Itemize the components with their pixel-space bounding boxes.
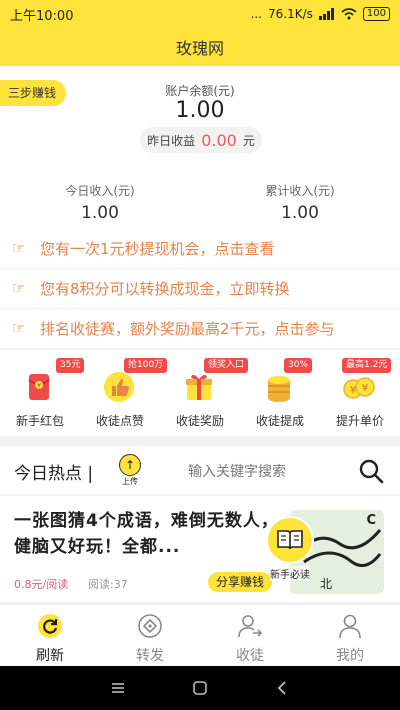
action-raise-price[interactable]: 最高1.2元 ¥ ¥ 提升单价 (320, 350, 400, 436)
status-indicators: ... 76.1K/s 100 (251, 7, 390, 21)
back-icon[interactable] (272, 678, 292, 698)
action-label: 新手红包 (15, 414, 64, 428)
action-commission[interactable]: 30% 收徒提成 (240, 350, 320, 436)
action-label: 收徒点赞 (95, 414, 144, 428)
svg-text:¥: ¥ (362, 383, 368, 394)
status-time: 上午10:00 (10, 8, 74, 24)
search-icon[interactable] (358, 458, 384, 484)
page-title: 玫瑰网 (175, 39, 224, 58)
notice-text: 您有一次1元秒提现机会，点击查看 (40, 239, 275, 258)
coin-stack-icon (268, 376, 290, 402)
system-nav-bar (0, 666, 400, 710)
home-icon[interactable] (190, 678, 210, 698)
gift-box-icon (186, 374, 212, 400)
hot-topics-bar: 今日热点 | ↑ 上传 输入关键字搜索 (0, 446, 400, 494)
bottom-tab-bar: 刷新 转发 收徒 我的 (0, 604, 400, 666)
tab-label: 收徒 (236, 648, 264, 664)
notice-item[interactable]: ☞ 您有8积分可以转换成现金，立即转换 (0, 270, 400, 306)
pointing-hand-icon: ☞ (12, 319, 26, 337)
action-label: 提升单价 (335, 414, 384, 428)
share-earn-button[interactable]: 分享赚钱 (208, 572, 273, 592)
account-panel: 三步赚钱 账户余额(元) 1.00 昨日收益 0.00 元 今日收入(元) 1.… (0, 66, 400, 228)
network-speed: 76.1K/s (268, 7, 313, 21)
status-signal-dots: ... (250, 7, 263, 21)
total-income-value: 1.00 (281, 203, 319, 223)
article-card[interactable]: 一张图猜4个成语，难倒无数人，健脑又好玩！全都... 0.8元/阅读 阅读:37… (0, 496, 400, 602)
tab-label: 转发 (136, 648, 164, 664)
yesterday-unit: 元 (242, 133, 255, 148)
battery-icon: 100 (362, 7, 390, 21)
yen-coins-icon: ¥ ¥ (343, 377, 375, 399)
balance-label: 账户余额(元) (165, 84, 235, 98)
share-icon (138, 614, 162, 638)
tab-refresh[interactable]: 刷新 (0, 605, 100, 667)
notice-text: 排名收徒赛，额外奖励最高2千元，点击参与 (40, 319, 335, 338)
action-reward[interactable]: 领奖入口 收徒奖励 (160, 350, 249, 436)
status-bar: 上午10:00 ... 76.1K/s 100 (0, 0, 400, 28)
pointing-hand-icon: ☞ (12, 239, 26, 257)
notice-item[interactable]: ☞ 您有一次1元秒提现机会，点击查看 (0, 230, 400, 266)
thumbnail-label: 新手必读 (270, 566, 310, 581)
upload-arrow-icon: ↑ (119, 454, 141, 476)
article-reads: 阅读:37 (88, 578, 128, 591)
user-icon (339, 614, 361, 639)
svg-text:C: C (366, 513, 376, 528)
upload-label: 上传 (122, 477, 138, 486)
book-icon (266, 516, 314, 564)
action-like[interactable]: 抢100万 收徒点赞 (80, 350, 168, 436)
divider (0, 308, 400, 309)
tab-recruit[interactable]: 收徒 (200, 605, 300, 667)
tab-forward[interactable]: 转发 (100, 605, 200, 667)
action-label: 收徒提成 (255, 414, 304, 428)
notice-item[interactable]: ☞ 排名收徒赛，额外奖励最高2千元，点击参与 (0, 310, 400, 346)
tab-label: 刷新 (36, 648, 64, 664)
total-income: 累计收入(元) 1.00 (200, 182, 400, 223)
svg-text:北: 北 (320, 577, 332, 591)
tab-mine[interactable]: 我的 (300, 605, 400, 667)
hot-topics-title: 今日热点 | (14, 464, 94, 484)
search-input[interactable]: 输入关键字搜索 (188, 461, 286, 481)
action-label: 收徒奖励 (175, 414, 224, 428)
total-income-label: 累计收入(元) (265, 184, 335, 198)
today-income: 今日收入(元) 1.00 (0, 182, 200, 223)
article-title[interactable]: 一张图猜4个成语，难倒无数人，健脑又好玩！全都... (14, 508, 284, 560)
today-income-value: 1.00 (81, 203, 119, 223)
action-new-user-red-packet[interactable]: 35元 ¥ 新手红包 (0, 350, 85, 436)
divider (0, 268, 400, 269)
red-envelope-icon: ¥ (28, 374, 50, 400)
yesterday-value: 0.00 (201, 130, 237, 150)
action-grid: 35元 ¥ 新手红包 抢100万 收徒点赞 领奖入口 收徒奖励 30% 收徒提成… (0, 350, 400, 436)
article-price: 0.8元/阅读 (14, 578, 69, 591)
svg-text:¥: ¥ (37, 383, 41, 390)
refresh-icon (38, 614, 62, 638)
signal-icon (318, 8, 334, 20)
tab-label: 我的 (336, 648, 364, 664)
balance-value: 1.00 (175, 98, 225, 123)
upload-button[interactable]: ↑ 上传 (116, 454, 144, 486)
menu-icon[interactable] (108, 678, 128, 698)
thumbs-up-icon (104, 372, 134, 402)
notice-text: 您有8积分可以转换成现金，立即转换 (40, 279, 290, 298)
today-income-label: 今日收入(元) (65, 184, 135, 198)
svg-text:¥: ¥ (350, 385, 356, 396)
pointing-hand-icon: ☞ (12, 279, 26, 297)
notice-list: ☞ 您有一次1元秒提现机会，点击查看 ☞ 您有8积分可以转换成现金，立即转换 ☞… (0, 228, 400, 348)
yesterday-label: 昨日收益 (147, 133, 196, 148)
add-friend-icon (238, 615, 263, 638)
wifi-icon (341, 8, 357, 20)
yesterday-earnings: 昨日收益 0.00 元 (140, 127, 262, 153)
header: 玫瑰网 (0, 28, 400, 66)
